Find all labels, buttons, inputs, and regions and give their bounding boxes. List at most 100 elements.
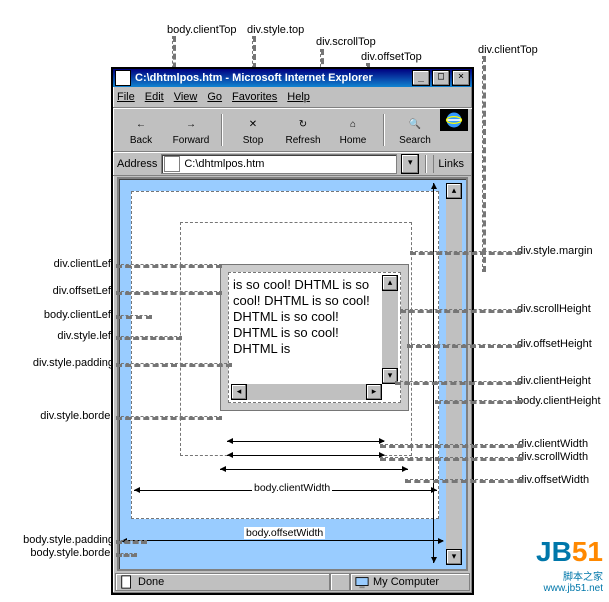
dim-div-offsetwidth — [220, 469, 408, 470]
label-div-clientheight: div.clientHeight — [517, 375, 591, 387]
label-body-clienttop: body.clientTop — [167, 24, 237, 36]
address-value: C:\dhtmlpos.htm — [184, 158, 264, 170]
status-zone: My Computer — [350, 573, 470, 591]
minimize-button[interactable]: _ — [412, 70, 430, 86]
leader — [116, 363, 232, 367]
leader — [116, 416, 222, 420]
leader — [116, 264, 222, 268]
menu-go[interactable]: Go — [207, 91, 222, 103]
home-icon: ⌂ — [343, 115, 363, 135]
refresh-icon: ↻ — [293, 115, 313, 135]
links-button[interactable]: Links — [433, 155, 468, 173]
menu-help[interactable]: Help — [287, 91, 310, 103]
home-button[interactable]: ⌂Home — [331, 115, 375, 146]
dim-body-offsetwidth — [121, 540, 443, 541]
div-element: is so cool! DHTML is so cool! DHTML is s… — [220, 264, 409, 411]
leader — [395, 381, 521, 385]
titlebar[interactable]: C:\dhtmlpos.htm - Microsoft Internet Exp… — [113, 69, 472, 87]
separator — [383, 114, 385, 146]
address-dropdown[interactable]: ▾ — [401, 154, 419, 174]
computer-icon — [355, 575, 369, 589]
ie-icon — [115, 70, 131, 86]
leader — [400, 309, 521, 313]
diagram-stage: body.clientTop div.style.top div.scrollT… — [0, 0, 609, 602]
status-zone-text: My Computer — [373, 576, 439, 588]
status-text: Done — [138, 576, 164, 588]
watermark-sub2: www.jb51.net — [536, 583, 603, 594]
maximize-button[interactable]: □ — [432, 70, 450, 86]
label-div-clientleft: div.clientLeft — [40, 258, 114, 270]
caption-body-clientwidth: body.clientWidth — [252, 482, 332, 494]
watermark-part1: JB — [536, 536, 572, 567]
label-body-clientheight: body.clientHeight — [517, 395, 601, 407]
status-cell — [330, 573, 350, 591]
label-div-style-padding: div.style.padding — [20, 357, 114, 369]
dim-div-clientwidth — [227, 441, 384, 442]
label-div-style-top: div.style.top — [247, 24, 304, 36]
leader — [435, 400, 521, 404]
label-body-style-padding: body.style.padding — [0, 534, 114, 546]
menu-favorites[interactable]: Favorites — [232, 91, 277, 103]
scroll-up-icon[interactable]: ▴ — [446, 183, 462, 199]
menu-edit[interactable]: Edit — [145, 91, 164, 103]
body-scrollbar[interactable]: ▴ ▾ — [446, 183, 462, 565]
scroll-right-icon[interactable]: ▸ — [366, 384, 382, 400]
div-padding-box: is so cool! DHTML is so cool! DHTML is s… — [228, 272, 401, 403]
label-div-style-left: div.style.left — [40, 330, 114, 342]
label-div-scrolltop: div.scrollTop — [316, 36, 376, 48]
div-content-text: is so cool! DHTML is so cool! DHTML is s… — [233, 277, 380, 382]
dim-div-scrollwidth — [227, 455, 384, 456]
search-button[interactable]: 🔍Search — [393, 115, 437, 146]
label-body-style-border: body.style.border — [0, 547, 114, 559]
back-button[interactable]: ←Back — [119, 115, 163, 146]
label-div-clienttop: div.clientTop — [478, 44, 538, 56]
leader — [407, 344, 521, 348]
back-icon: ← — [131, 115, 151, 135]
page-icon — [164, 156, 180, 172]
label-div-scrollheight: div.scrollHeight — [517, 303, 591, 315]
label-body-clientleft: body.clientLeft — [30, 309, 114, 321]
leader — [380, 444, 523, 448]
status-main: Done — [115, 573, 330, 591]
label-div-offsettop: div.offsetTop — [361, 51, 422, 63]
search-icon: 🔍 — [405, 115, 425, 135]
close-button[interactable]: × — [452, 70, 470, 86]
leader — [380, 457, 523, 461]
label-div-offsetheight: div.offsetHeight — [517, 338, 592, 350]
watermark-part2: 51 — [572, 536, 603, 567]
label-div-style-border: div.style.border — [30, 410, 114, 422]
forward-icon: → — [181, 115, 201, 135]
leader — [116, 336, 182, 340]
scroll-down-icon[interactable]: ▾ — [446, 549, 462, 565]
div-vertical-scrollbar[interactable]: ▴ ▾ — [382, 275, 398, 384]
refresh-button[interactable]: ↻Refresh — [281, 115, 325, 146]
leader — [410, 251, 521, 255]
menu-view[interactable]: View — [174, 91, 198, 103]
address-input[interactable]: C:\dhtmlpos.htm — [161, 154, 397, 174]
leader — [405, 479, 523, 483]
status-bar: Done My Computer — [115, 573, 470, 591]
body-padding-box: is so cool! DHTML is so cool! DHTML is s… — [131, 191, 439, 519]
watermark: JB51 脚本之家 www.jb51.net — [536, 536, 603, 594]
label-div-offsetwidth: div.offsetWidth — [518, 474, 589, 486]
leader — [116, 540, 147, 544]
scroll-left-icon[interactable]: ◂ — [231, 384, 247, 400]
label-div-style-margin: div.style.margin — [517, 245, 593, 257]
scroll-up-icon[interactable]: ▴ — [382, 275, 398, 291]
address-bar: Address C:\dhtmlpos.htm ▾ Links — [113, 152, 472, 176]
label-div-scrollwidth: div.scrollWidth — [518, 451, 588, 463]
caption-body-offsetwidth: body.offsetWidth — [244, 527, 325, 539]
dim-body-clientheight — [433, 183, 434, 563]
div-horizontal-scrollbar[interactable]: ◂ ▸ — [231, 384, 382, 400]
browser-window: C:\dhtmlpos.htm - Microsoft Internet Exp… — [111, 67, 474, 595]
leader — [116, 291, 222, 295]
leader — [482, 56, 486, 272]
ie-logo — [440, 109, 468, 131]
toolbar: ←Back →Forward ✕Stop ↻Refresh ⌂Home 🔍Sea… — [113, 108, 472, 152]
menu-file[interactable]: File — [117, 91, 135, 103]
label-div-offsetleft: div.offsetLeft — [40, 285, 114, 297]
window-title: C:\dhtmlpos.htm - Microsoft Internet Exp… — [135, 72, 410, 84]
stop-button[interactable]: ✕Stop — [231, 115, 275, 146]
forward-button[interactable]: →Forward — [169, 115, 213, 146]
watermark-sub1: 脚本之家 — [536, 568, 603, 583]
